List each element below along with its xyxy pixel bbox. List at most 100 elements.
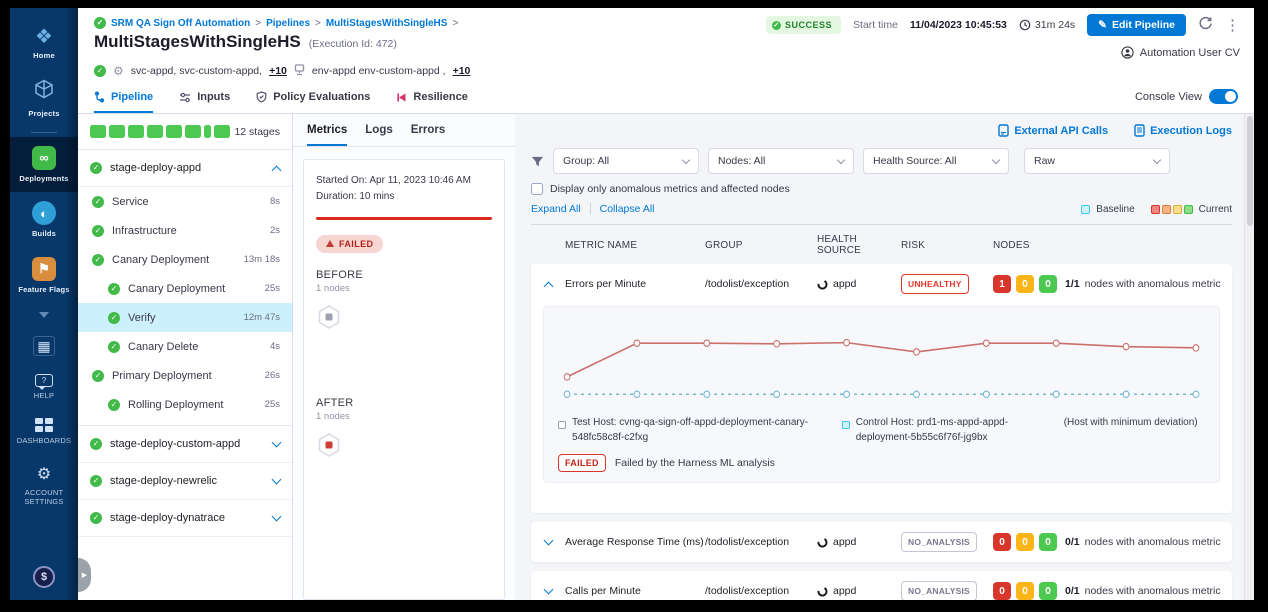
group-filter-select[interactable]: Group: All bbox=[553, 148, 699, 174]
scrollbar[interactable] bbox=[1244, 114, 1254, 600]
sidebar-divider bbox=[31, 132, 57, 133]
tab-policy-evaluations[interactable]: Policy Evaluations bbox=[256, 91, 370, 113]
success-check-icon: ✓ bbox=[108, 341, 120, 353]
step-verify[interactable]: ✓ Verify 12m 47s bbox=[78, 303, 292, 332]
sidebar-item-label: Feature Flags bbox=[18, 285, 69, 294]
step-infrastructure[interactable]: ✓ Infrastructure 2s bbox=[78, 216, 292, 245]
deployments-icon: ∞ bbox=[32, 146, 56, 170]
expand-row-icon[interactable] bbox=[544, 536, 554, 546]
console-view-toggle[interactable] bbox=[1209, 89, 1238, 104]
step-rolling-deployment[interactable]: ✓ Rolling Deployment 25s bbox=[78, 390, 292, 419]
sidebar-item-projects[interactable]: Projects bbox=[10, 69, 78, 127]
anomalous-only-checkbox[interactable] bbox=[531, 183, 543, 195]
after-node-count: 1 nodes bbox=[316, 411, 492, 422]
step-details-panel: Metrics Logs Errors Started On: Apr 11, … bbox=[293, 114, 515, 600]
sidebar-item-help[interactable]: ? HELP bbox=[10, 365, 78, 409]
expand-all-link[interactable]: Expand All bbox=[531, 203, 581, 215]
metric-row-header[interactable]: Average Response Time (ms) /todolist/exc… bbox=[531, 522, 1232, 562]
current-swatches bbox=[1151, 205, 1193, 214]
sidebar-item-account-settings[interactable]: ⚙ ACCOUNT SETTINGS bbox=[10, 455, 78, 516]
services-gear-icon: ⚙ bbox=[113, 64, 124, 78]
breadcrumb-pipeline-link[interactable]: MultiStagesWithSingleHS bbox=[326, 18, 448, 29]
step-primary-deployment[interactable]: ✓ Primary Deployment 26s bbox=[78, 361, 292, 390]
warning-node-count: 0 bbox=[1016, 275, 1034, 293]
tab-metrics[interactable]: Metrics bbox=[307, 124, 347, 146]
sidebar-item-label: DASHBOARDS bbox=[17, 436, 72, 445]
before-node-hexagon[interactable] bbox=[316, 304, 492, 335]
execution-logs-link[interactable]: Execution Logs bbox=[1134, 124, 1232, 137]
refresh-button[interactable] bbox=[1198, 16, 1213, 35]
sidebar-item-deployments[interactable]: ∞ Deployments bbox=[10, 137, 78, 192]
environments-more-link[interactable]: +10 bbox=[453, 65, 471, 77]
sidebar-item-label: Home bbox=[33, 51, 55, 60]
pipeline-tab-bar: Pipeline Inputs Policy Evaluations Resil… bbox=[78, 84, 1254, 114]
metric-row-header[interactable]: Errors per Minute /todolist/exception ap… bbox=[531, 264, 1232, 304]
metric-line-chart[interactable] bbox=[558, 315, 1205, 407]
breadcrumb-project-link[interactable]: SRM QA Sign Off Automation bbox=[111, 18, 250, 29]
collapse-all-link[interactable]: Collapse All bbox=[600, 203, 655, 215]
services-more-link[interactable]: +10 bbox=[269, 65, 287, 77]
stage-group-deploy-newrelic[interactable]: ✓ stage-deploy-newrelic bbox=[78, 463, 292, 500]
appdynamics-icon bbox=[817, 279, 828, 290]
user-chip[interactable]: Automation User CV bbox=[1121, 46, 1240, 59]
sidebar-item-label: Projects bbox=[28, 109, 59, 118]
stage-count: 12 stages bbox=[234, 126, 280, 138]
step-canary-deployment-group[interactable]: ✓ Canary Deployment 13m 18s bbox=[78, 245, 292, 274]
clock-icon bbox=[1019, 19, 1031, 31]
module-grid-button[interactable]: ▦ bbox=[10, 327, 78, 365]
srm-module-icon: ✓ bbox=[94, 17, 106, 29]
module-sidebar: ❖ Home Projects ∞ Deployments ◐ Builds ⚑… bbox=[10, 8, 78, 600]
nodes-filter-select[interactable]: Nodes: All bbox=[708, 148, 854, 174]
breadcrumb-pipelines-link[interactable]: Pipelines bbox=[266, 18, 310, 29]
warning-triangle-icon bbox=[326, 240, 334, 247]
stage-group-deploy-custom-appd[interactable]: ✓ stage-deploy-custom-appd bbox=[78, 426, 292, 463]
tab-errors[interactable]: Errors bbox=[411, 124, 446, 146]
control-host-checkbox[interactable] bbox=[842, 421, 850, 429]
more-options-button[interactable]: ⋮ bbox=[1225, 16, 1240, 34]
sidebar-item-home[interactable]: ❖ Home bbox=[10, 18, 78, 69]
sidebar-item-builds[interactable]: ◐ Builds bbox=[10, 192, 78, 247]
execution-header: ✓ SRM QA Sign Off Automation > Pipelines… bbox=[78, 8, 1254, 84]
health-source-filter-select[interactable]: Health Source: All bbox=[863, 148, 1009, 174]
tab-inputs[interactable]: Inputs bbox=[179, 91, 230, 113]
success-check-icon: ✓ bbox=[108, 312, 120, 324]
check-circle-icon: ✓ bbox=[772, 21, 781, 30]
metric-row-header[interactable]: Calls per Minute /todolist/exception app… bbox=[531, 571, 1232, 600]
more-modules-toggle[interactable] bbox=[10, 303, 78, 327]
test-host-legend-item[interactable]: Test Host: cvng-qa-sign-off-appd-deploym… bbox=[558, 416, 832, 445]
min-deviation-note: (Host with minimum deviation) bbox=[1064, 416, 1205, 445]
test-host-checkbox[interactable] bbox=[558, 421, 566, 429]
sidebar-item-label: Builds bbox=[32, 229, 56, 238]
stage-group-deploy-dynatrace[interactable]: ✓ stage-deploy-dynatrace bbox=[78, 500, 292, 537]
after-node-hexagon[interactable] bbox=[316, 432, 492, 463]
chevron-up-icon bbox=[272, 165, 282, 175]
filter-funnel-icon bbox=[531, 155, 544, 168]
pencil-icon: ✎ bbox=[1098, 19, 1107, 31]
view-mode-select[interactable]: Raw bbox=[1024, 148, 1170, 174]
tab-pipeline[interactable]: Pipeline bbox=[94, 91, 153, 113]
step-canary-deployment[interactable]: ✓ Canary Deployment 25s bbox=[78, 274, 292, 303]
success-check-icon: ✓ bbox=[90, 512, 102, 524]
tab-resilience[interactable]: Resilience bbox=[396, 91, 467, 113]
sidebar-item-feature-flags[interactable]: ⚑ Feature Flags bbox=[10, 248, 78, 303]
panel-collapse-handle[interactable]: ▶ bbox=[78, 558, 91, 592]
start-time-value: 11/04/2023 10:45:53 bbox=[910, 19, 1007, 31]
stage-group-deploy-appd[interactable]: ✓ stage-deploy-appd bbox=[78, 150, 292, 187]
avatar[interactable]: $ bbox=[33, 566, 55, 588]
control-host-legend-item[interactable]: Control Host: prd1-ms-appd-appd-deployme… bbox=[842, 416, 1054, 445]
dashboards-icon bbox=[35, 418, 53, 432]
sidebar-item-label: Deployments bbox=[19, 174, 68, 183]
scrollbar-thumb[interactable] bbox=[1247, 116, 1253, 226]
step-canary-delete[interactable]: ✓ Canary Delete 4s bbox=[78, 332, 292, 361]
sidebar-item-dashboards[interactable]: DASHBOARDS bbox=[10, 409, 78, 454]
tab-logs[interactable]: Logs bbox=[365, 124, 392, 146]
collapse-row-icon[interactable] bbox=[544, 281, 554, 291]
help-chat-icon: ? bbox=[35, 374, 53, 387]
external-api-calls-link[interactable]: External API Calls bbox=[998, 124, 1108, 137]
edit-pipeline-button[interactable]: ✎ Edit Pipeline bbox=[1087, 14, 1186, 36]
stages-panel: 12 stages ✓ stage-deploy-appd ✓ Service … bbox=[78, 114, 293, 600]
baseline-swatch bbox=[1081, 205, 1090, 214]
step-service[interactable]: ✓ Service 8s bbox=[78, 187, 292, 216]
module-grid-icon: ▦ bbox=[33, 336, 55, 356]
expand-row-icon[interactable] bbox=[544, 585, 554, 595]
